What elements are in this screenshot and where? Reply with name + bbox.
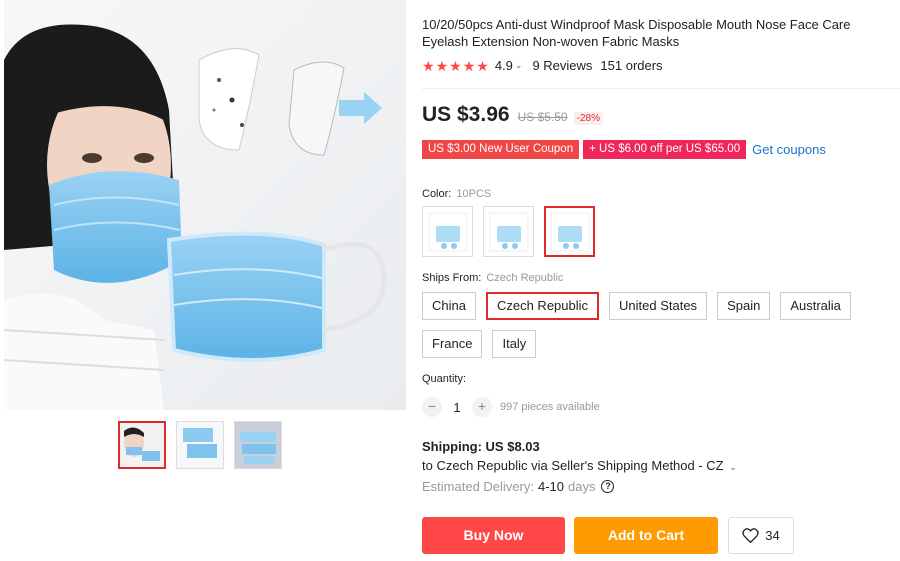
ship-option-france[interactable]: France [422,330,483,358]
ship-option-czech-republic[interactable]: Czech Republic [485,292,600,320]
thumbnail-2[interactable] [176,421,224,469]
shipping-cost: Shipping: US $8.03 [422,439,540,454]
ship-option-china[interactable]: China [422,292,476,320]
quantity-increase-button[interactable]: + [472,397,492,417]
color-option-10pcs[interactable] [544,206,595,257]
delivery-days: 4-10 [537,479,565,494]
star-icon: ★ [422,57,435,74]
original-price: US $5.50 [517,110,568,124]
buy-now-button[interactable]: Buy Now [422,517,565,554]
ships-from-label: Ships From: Czech Republic [422,272,563,284]
discount-badge: -28% [573,112,603,125]
estimated-delivery: Estimated Delivery: 4-10 days ? [422,479,615,494]
color-selected: 10PCS [456,188,492,200]
color-swatches [422,206,595,257]
ship-option-italy[interactable]: Italy [492,330,537,358]
price-row: US $3.96 US $5.50 -28% [422,103,603,127]
quantity-label: Quantity: [422,373,467,385]
shipping-method[interactable]: to Czech Republic via Seller's Shipping … [422,458,747,473]
current-price: US $3.96 [422,103,510,126]
chevron-down-icon[interactable]: ⌄ [515,60,523,71]
rating-row: ★ ★ ★ ★ ★ 4.9 ⌄ 9 Reviews 151 orders [422,58,663,73]
reviews-link[interactable]: 9 Reviews [532,58,592,73]
delivery-label: Estimated Delivery: [422,479,534,494]
thumbnail-strip [118,421,282,469]
ship-option-spain[interactable]: Spain [717,292,771,320]
ships-from-selected: Czech Republic [486,272,564,284]
delivery-unit: days [568,479,596,494]
orders-count: 151 orders [600,58,663,73]
color-label: Color: 10PCS [422,188,491,200]
main-product-image[interactable] [4,0,406,410]
wishlist-count: 34 [765,528,780,543]
quantity-available: 997 pieces available [500,401,600,413]
ship-option-united-states[interactable]: United States [609,292,708,320]
color-option-20pcs[interactable] [422,206,473,257]
quantity-decrease-button[interactable]: − [422,397,442,417]
coupon-row: US $3.00 New User Coupon + US $6.00 off … [422,140,826,159]
ships-from-options-row-1: China Czech Republic United States Spain… [422,292,851,320]
help-icon[interactable]: ? [601,480,615,493]
heart-icon [742,528,759,543]
ships-from-label-text: Ships From: [422,272,482,284]
ships-from-options-row-2: France Italy [422,330,537,358]
star-icon: ★ [449,57,462,74]
wishlist-button[interactable]: 34 [728,517,794,554]
star-icon: ★ [476,57,489,74]
new-user-coupon[interactable]: US $3.00 New User Coupon [422,140,580,159]
divider [422,88,900,89]
star-rating: ★ ★ ★ ★ ★ [422,59,489,73]
purchase-actions: Buy Now Add to Cart 34 [422,517,794,554]
shipping-method-text: to Czech Republic via Seller's Shipping … [422,458,724,473]
add-to-cart-button[interactable]: Add to Cart [574,517,718,554]
quantity-stepper: − 1 + 997 pieces available [422,397,600,417]
product-title: 10/20/50pcs Anti-dust Windproof Mask Dis… [422,17,851,49]
get-coupons-link[interactable]: Get coupons [752,142,826,157]
rating-value[interactable]: 4.9 [495,58,513,73]
color-label-text: Color: [422,188,452,200]
ship-option-australia[interactable]: Australia [780,292,851,320]
quantity-input[interactable]: 1 [442,400,472,415]
thumbnail-3[interactable] [234,421,282,469]
star-icon: ★ [462,57,476,74]
color-option-50pcs[interactable] [483,206,534,257]
thumbnail-1[interactable] [118,421,166,469]
store-coupon[interactable]: + US $6.00 off per US $65.00 [583,140,747,159]
product-gallery [0,0,410,561]
chevron-down-icon[interactable]: ⌄ [729,462,737,472]
star-icon: ★ [435,57,449,74]
